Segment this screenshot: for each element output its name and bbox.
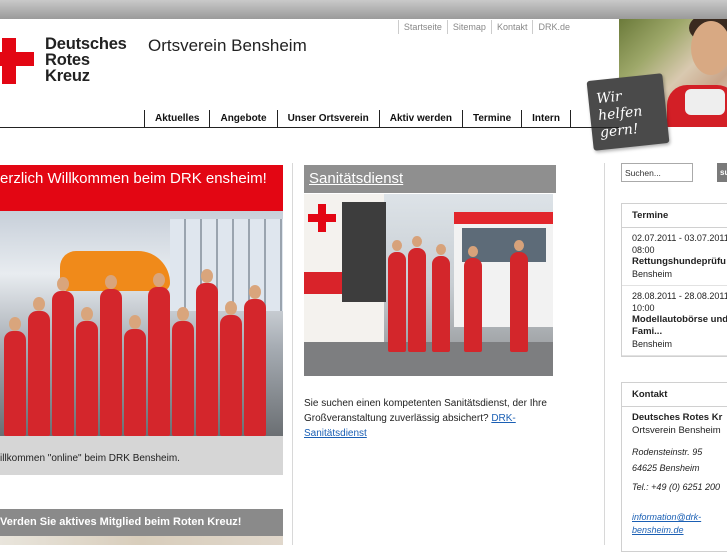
kontakt-box: Kontakt Deutsches Rotes Kr Ortsverein Be… bbox=[621, 382, 727, 552]
red-cross-icon bbox=[0, 36, 34, 84]
nav-termine[interactable]: Termine bbox=[461, 110, 521, 128]
event-item[interactable]: 28.08.2011 - 28.08.2011 10:00 Modellauto… bbox=[622, 286, 727, 356]
ambulance-photo bbox=[304, 194, 553, 376]
service-link-startseite[interactable]: Startseite bbox=[397, 20, 447, 34]
service-link-kontakt[interactable]: Kontakt bbox=[490, 20, 533, 34]
service-heading: Sanitätsdienst bbox=[304, 165, 556, 193]
kontakt-title: Kontakt bbox=[622, 383, 727, 407]
site-title: Ortsverein Bensheim bbox=[148, 36, 307, 55]
contact-email-link[interactable]: information@drk-bensheim.de bbox=[632, 512, 701, 535]
welcome-caption: illkommen "online" beim DRK Bensheim. bbox=[0, 436, 283, 475]
service-link-drk-de[interactable]: DRK.de bbox=[532, 20, 575, 34]
member-banner[interactable]: Verden Sie aktives Mitglied beim Roten K… bbox=[0, 509, 283, 536]
logo-text: Deutsches Rotes Kreuz bbox=[45, 35, 127, 85]
column-divider-left bbox=[292, 163, 293, 545]
service-nav: Startseite Sitemap Kontakt DRK.de bbox=[397, 20, 575, 34]
nav-aktuelles[interactable]: Aktuelles bbox=[144, 110, 209, 128]
event-item[interactable]: 02.07.2011 - 03.07.2011 08:00 Rettungshu… bbox=[622, 228, 727, 286]
nav-angebote[interactable]: Angebote bbox=[209, 110, 276, 128]
team-photo bbox=[0, 211, 283, 436]
contact-details: Deutsches Rotes Kr Ortsverein Bensheim R… bbox=[632, 412, 723, 535]
nav-unser-ortsverein[interactable]: Unser Ortsverein bbox=[276, 110, 379, 128]
nav-divider bbox=[0, 127, 619, 128]
top-bar bbox=[0, 0, 727, 19]
termine-title: Termine bbox=[622, 204, 727, 228]
main-nav: Aktuelles Angebote Unser Ortsverein Akti… bbox=[144, 110, 571, 128]
column-divider-right bbox=[604, 163, 605, 545]
service-description: Sie suchen einen kompetenten Sanitätsdie… bbox=[304, 398, 547, 439]
welcome-section: erzlich Willkommen beim DRK ensheim! ill… bbox=[0, 165, 283, 475]
search-input[interactable] bbox=[621, 163, 693, 182]
service-section: Sanitätsdienst Sie suchen einen kompeten… bbox=[304, 165, 556, 441]
nav-aktiv-werden[interactable]: Aktiv werden bbox=[378, 110, 462, 128]
nav-intern[interactable]: Intern bbox=[521, 110, 571, 128]
drk-logo[interactable]: Deutsches Rotes Kreuz bbox=[0, 36, 127, 84]
slogan-badge: Wir helfen gern! bbox=[586, 73, 670, 151]
welcome-heading: erzlich Willkommen beim DRK ensheim! bbox=[0, 165, 283, 211]
service-link-sitemap[interactable]: Sitemap bbox=[446, 20, 491, 34]
search-button[interactable]: su bbox=[717, 163, 727, 182]
service-heading-link[interactable]: Sanitätsdienst bbox=[309, 170, 403, 187]
member-image bbox=[0, 536, 283, 545]
termine-box: Termine 02.07.2011 - 03.07.2011 08:00 Re… bbox=[621, 203, 727, 357]
